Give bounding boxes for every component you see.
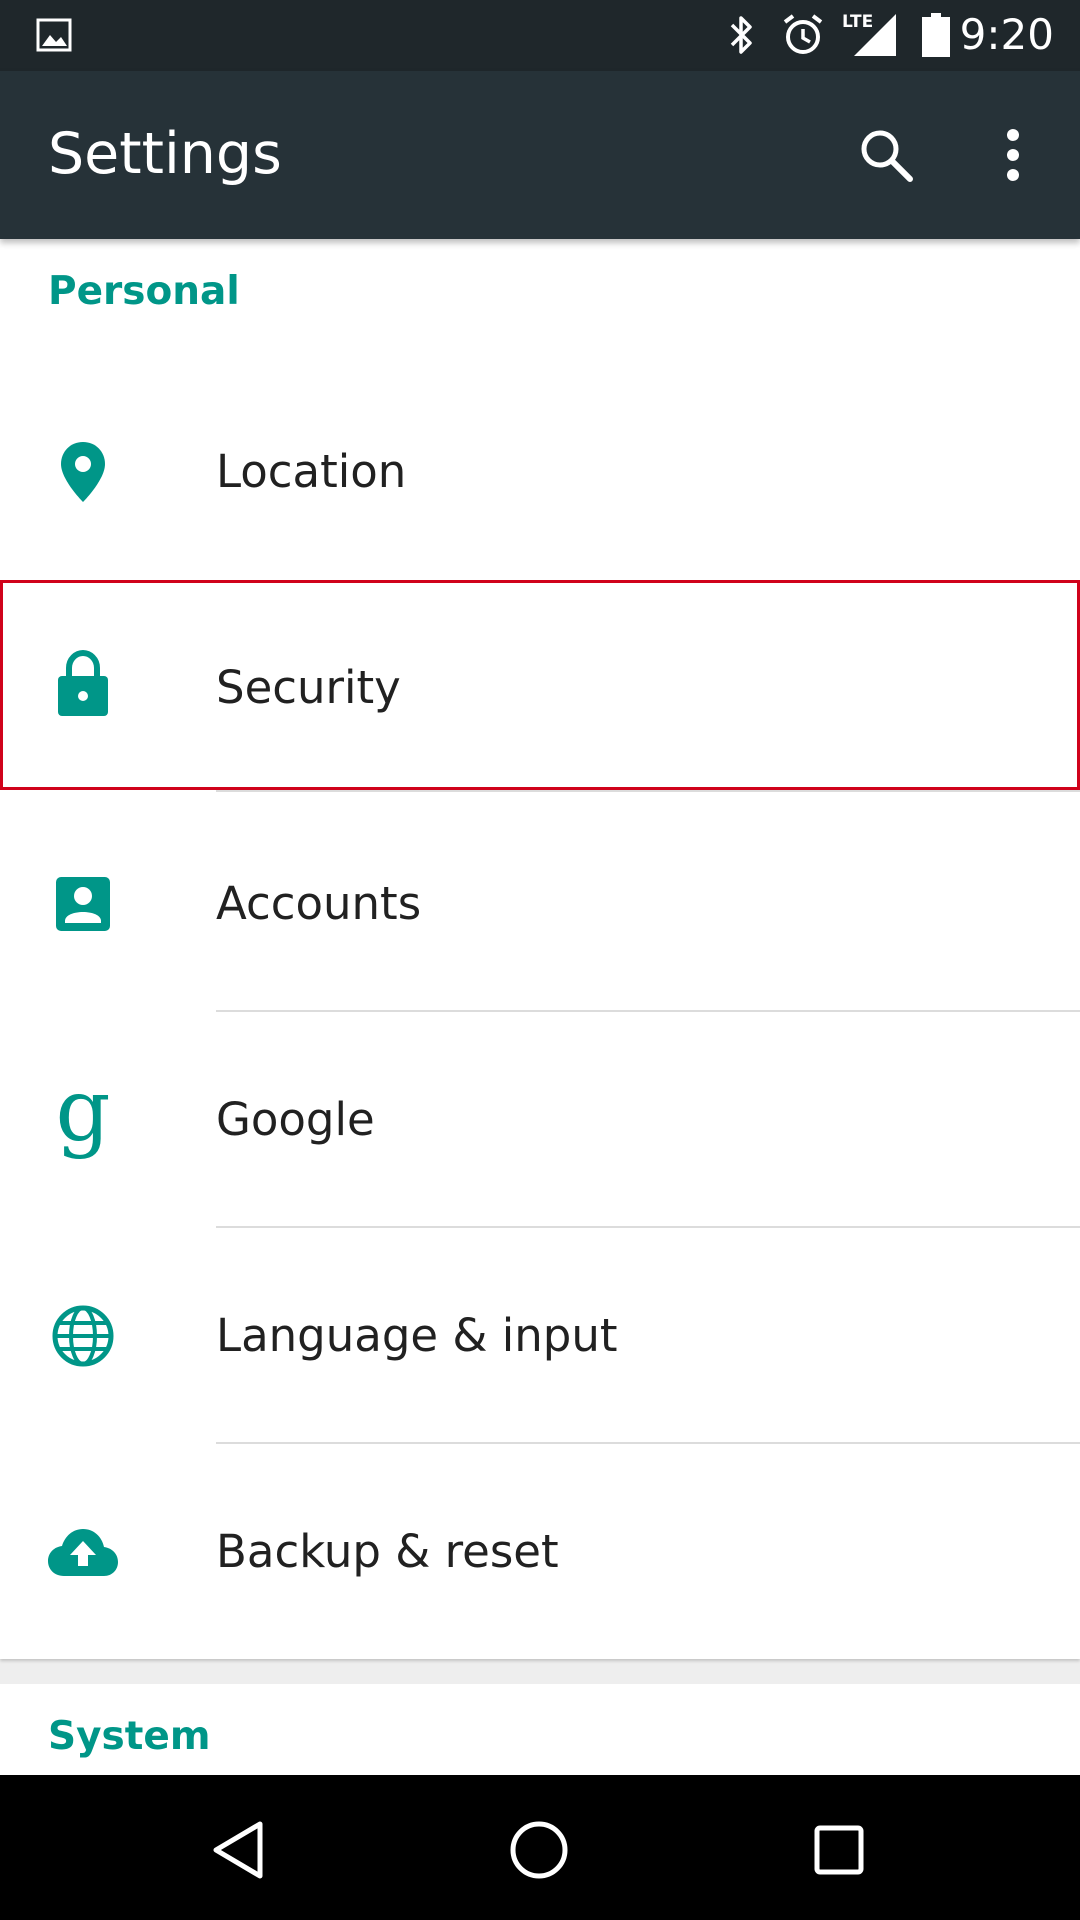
section-header-personal: Personal	[48, 269, 240, 314]
recents-button[interactable]	[789, 1800, 889, 1900]
search-icon	[861, 130, 913, 182]
battery-icon	[918, 12, 954, 58]
recents-square-icon	[814, 1825, 864, 1875]
back-button[interactable]	[190, 1800, 290, 1900]
cloud-upload-icon	[40, 1512, 126, 1592]
globe-icon	[40, 1296, 126, 1376]
section-header-system: System	[48, 1714, 211, 1759]
settings-item-label: Security	[216, 661, 401, 714]
settings-item-label: Language & input	[216, 1309, 618, 1362]
bluetooth-icon	[722, 12, 762, 58]
navigation-bar	[0, 1775, 1080, 1920]
lock-icon	[40, 644, 126, 724]
settings-list: Personal Location Security Accounts g Go…	[0, 239, 1080, 1775]
settings-screen: LTE 9:20 Settings Personal Location Secu…	[0, 0, 1080, 1920]
lte-label: LTE	[842, 12, 874, 32]
settings-item-google[interactable]: g Google	[0, 1012, 1080, 1228]
settings-item-location[interactable]: Location	[0, 364, 1080, 580]
settings-item-label: Accounts	[216, 877, 422, 930]
status-bar: LTE 9:20	[0, 0, 1080, 71]
google-g-icon: g	[55, 1061, 111, 1161]
system-section: System	[0, 1684, 1080, 1775]
account-box-icon	[40, 864, 126, 944]
home-circle-icon	[510, 1821, 568, 1879]
status-time: 9:20	[959, 10, 1054, 59]
personal-section: Personal Location Security Accounts g Go…	[0, 239, 1080, 1659]
more-vert-icon	[1007, 129, 1019, 181]
home-button[interactable]	[489, 1800, 589, 1900]
settings-item-language-input[interactable]: Language & input	[0, 1228, 1080, 1444]
lte-signal-icon: LTE	[842, 12, 900, 58]
back-triangle-icon	[213, 1821, 263, 1879]
search-button[interactable]	[848, 117, 924, 193]
settings-item-label: Backup & reset	[216, 1525, 559, 1578]
alarm-icon	[778, 12, 828, 58]
settings-item-security[interactable]: Security	[0, 580, 1080, 790]
page-title: Settings	[48, 121, 282, 187]
gallery-notification-icon	[34, 12, 74, 58]
row-divider	[216, 790, 1080, 792]
location-pin-icon	[40, 432, 126, 512]
settings-item-backup-reset[interactable]: Backup & reset	[0, 1444, 1080, 1660]
settings-item-label: Google	[216, 1093, 375, 1146]
settings-item-accounts[interactable]: Accounts	[0, 796, 1080, 1012]
settings-item-label: Location	[216, 445, 407, 498]
app-bar: Settings	[0, 71, 1080, 239]
more-options-button[interactable]	[975, 117, 1051, 193]
